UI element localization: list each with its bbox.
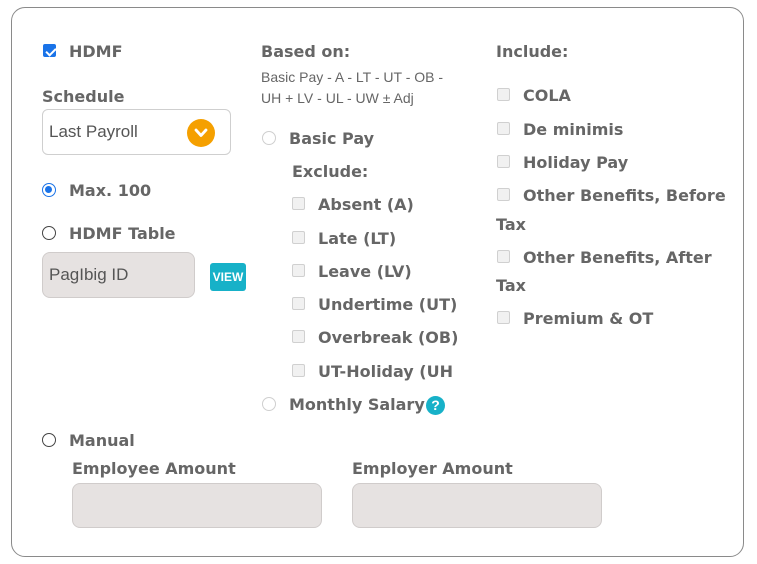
pagibig-id-field[interactable]: PagIbig ID [42,252,195,298]
include-other-before-label: Other Benefits, Before [523,186,726,205]
pagibig-id-value: PagIbig ID [49,265,129,284]
employee-amount-label: Employee Amount [72,459,236,478]
hdmf-checkbox[interactable] [43,44,56,57]
include-other-before-label-wrap: Tax [496,215,526,234]
include-de-minimis-checkbox[interactable] [497,122,510,135]
basic-pay-radio[interactable] [262,131,276,145]
employee-amount-input[interactable] [72,483,322,528]
schedule-value: Last Payroll [49,122,138,141]
include-other-after-label: Other Benefits, After [523,248,712,267]
manual-radio[interactable] [42,433,56,447]
include-premium-ot-label: Premium & OT [523,309,654,328]
exclude-undertime-checkbox[interactable] [292,297,305,310]
schedule-label: Schedule [42,87,125,106]
help-icon[interactable]: ? [426,396,445,415]
chevron-down-icon[interactable] [187,119,215,147]
hdmf-table-label: HDMF Table [69,224,176,243]
include-holiday-pay-checkbox[interactable] [497,155,510,168]
include-premium-ot-checkbox[interactable] [497,311,510,324]
exclude-leave-label: Leave (LV) [318,262,412,281]
monthly-salary-label: Monthly Salary [289,395,425,414]
include-cola-checkbox[interactable] [497,88,510,101]
exclude-label: Exclude: [292,162,369,181]
include-other-after-label-wrap: Tax [496,276,526,295]
exclude-late-checkbox[interactable] [292,231,305,244]
exclude-absent-checkbox[interactable] [292,197,305,210]
hdmf-label: HDMF [69,42,123,61]
exclude-ut-holiday-checkbox[interactable] [292,364,305,377]
include-de-minimis-label: De minimis [523,120,624,139]
include-cola-label: COLA [523,86,571,105]
include-other-before-checkbox[interactable] [497,188,510,201]
exclude-ut-holiday-label: UT-Holiday (UH [318,362,453,381]
monthly-salary-radio[interactable] [262,397,276,411]
exclude-absent-label: Absent (A) [318,195,414,214]
hdmf-table-radio[interactable] [42,226,56,240]
employer-amount-label: Employer Amount [352,459,513,478]
max-radio[interactable] [42,183,56,197]
formula-line-1: Basic Pay - A - LT - UT - OB - [261,69,444,85]
exclude-overbreak-label: Overbreak (OB) [318,328,459,347]
exclude-leave-checkbox[interactable] [292,264,305,277]
exclude-undertime-label: Undertime (UT) [318,295,458,314]
employer-amount-input[interactable] [352,483,602,528]
include-other-after-checkbox[interactable] [497,250,510,263]
formula-line-2: UH + LV - UL - UW ± Adj [261,90,414,106]
exclude-late-label: Late (LT) [318,229,397,248]
manual-label: Manual [69,431,135,450]
based-on-label: Based on: [261,42,351,61]
max-label: Max. 100 [69,181,152,200]
basic-pay-label: Basic Pay [289,129,375,148]
view-button[interactable]: VIEW [210,263,246,291]
include-holiday-pay-label: Holiday Pay [523,153,629,172]
exclude-overbreak-checkbox[interactable] [292,330,305,343]
schedule-select[interactable]: Last Payroll [42,109,231,155]
include-label: Include: [496,42,569,61]
